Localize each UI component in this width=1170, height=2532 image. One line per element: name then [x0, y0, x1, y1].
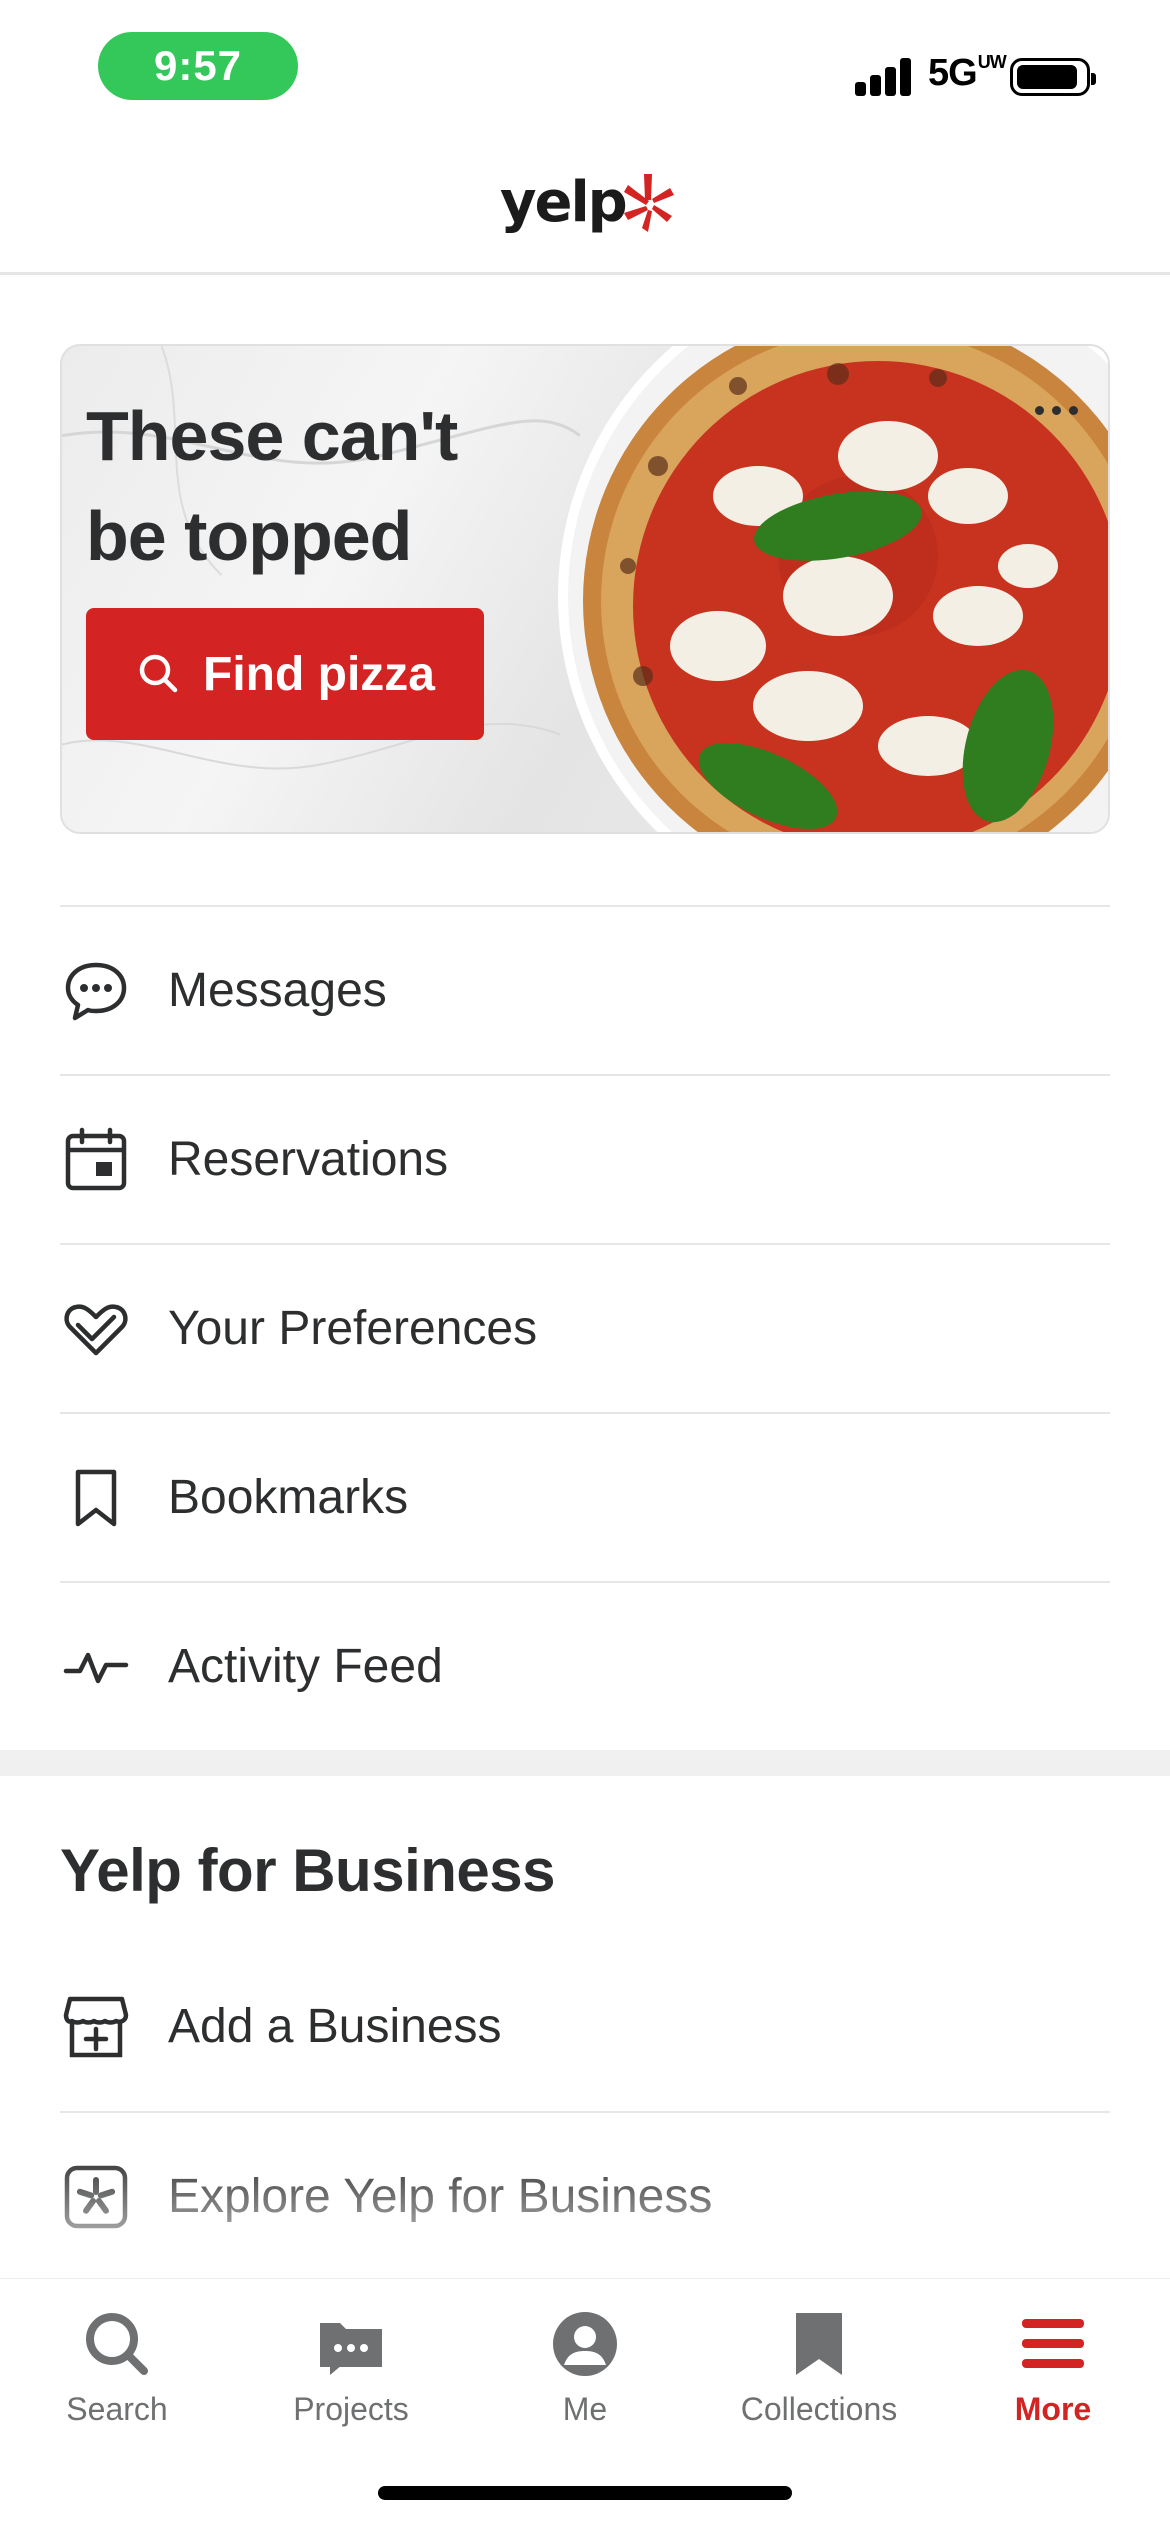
status-bar: 9:57 5GUW [0, 0, 1170, 130]
menu-item-activity-feed[interactable]: Activity Feed [60, 1581, 1110, 1750]
chat-bubble-icon [60, 955, 132, 1027]
business-menu: Add a Business Explore Yelp for Business [60, 1942, 1110, 2280]
tab-label: Me [562, 2391, 608, 2427]
home-indicator[interactable] [378, 2486, 792, 2500]
projects-folder-icon [320, 2323, 382, 2375]
cellular-signal-icon [855, 58, 915, 96]
yelp-logo: yelp [500, 170, 680, 240]
menu-item-explore-yelp-business[interactable]: Explore Yelp for Business [60, 2111, 1110, 2280]
search-icon [139, 654, 178, 693]
battery-icon [1010, 58, 1096, 96]
tab-more[interactable]: More [936, 2309, 1170, 2428]
menu-item-label: Add a Business [168, 2000, 502, 2053]
business-section-title: Yelp for Business [60, 1837, 556, 1904]
tab-label: Projects [293, 2391, 409, 2427]
heart-check-icon [60, 1293, 132, 1365]
menu-item-messages[interactable]: Messages [60, 905, 1110, 1074]
hamburger-menu-icon [1022, 2319, 1084, 2368]
menu-item-label: Activity Feed [168, 1640, 443, 1693]
tab-label: More [1014, 2391, 1092, 2427]
tab-projects[interactable]: Projects [234, 2309, 468, 2428]
network-indicator: 5GUW [928, 52, 1007, 95]
find-pizza-button[interactable]: Find pizza [86, 608, 484, 740]
tab-me[interactable]: Me [468, 2309, 702, 2428]
tab-label: Collections [740, 2391, 898, 2427]
bookmark-filled-icon [796, 2313, 842, 2375]
menu-item-label: Bookmarks [168, 1471, 409, 1524]
network-superscript: UW [977, 52, 1007, 72]
section-divider [0, 1750, 1170, 1776]
pizza-image [558, 346, 1108, 832]
find-pizza-label: Find pizza [203, 647, 435, 701]
menu-item-label: Explore Yelp for Business [168, 2170, 713, 2223]
status-time[interactable]: 9:57 [98, 32, 298, 100]
page: 9:57 5GUW yelp These can't be topped Fin… [0, 0, 1170, 2532]
promo-title-line2: be topped [86, 497, 412, 575]
menu-item-label: Reservations [168, 1133, 449, 1186]
promo-title: These can't be topped [86, 386, 566, 586]
yelp-burst-icon [624, 174, 674, 232]
profile-icon [553, 2312, 617, 2376]
account-menu: Messages Reservations Your Preferences B… [60, 905, 1110, 1750]
promo-title-line1: These can't [86, 397, 458, 475]
app-header: yelp [0, 130, 1170, 275]
search-icon [86, 2313, 148, 2375]
calendar-icon [60, 1124, 132, 1196]
activity-pulse-icon [60, 1631, 132, 1703]
promo-banner[interactable]: These can't be topped Find pizza [60, 344, 1110, 834]
tab-search[interactable]: Search [0, 2309, 234, 2428]
promo-more-options-icon[interactable] [1035, 406, 1078, 415]
menu-item-bookmarks[interactable]: Bookmarks [60, 1412, 1110, 1581]
bookmark-icon [60, 1462, 132, 1534]
menu-item-preferences[interactable]: Your Preferences [60, 1243, 1110, 1412]
yelp-logo-text: yelp [500, 170, 628, 235]
menu-item-add-business[interactable]: Add a Business [60, 1942, 1110, 2111]
menu-item-label: Your Preferences [168, 1302, 538, 1355]
tab-collections[interactable]: Collections [702, 2309, 936, 2428]
storefront-plus-icon [60, 1991, 132, 2063]
tab-label: Search [66, 2391, 168, 2427]
menu-item-label: Messages [168, 964, 387, 1017]
menu-item-reservations[interactable]: Reservations [60, 1074, 1110, 1243]
yelp-burst-icon [60, 2161, 132, 2233]
network-type: 5G [928, 52, 978, 94]
